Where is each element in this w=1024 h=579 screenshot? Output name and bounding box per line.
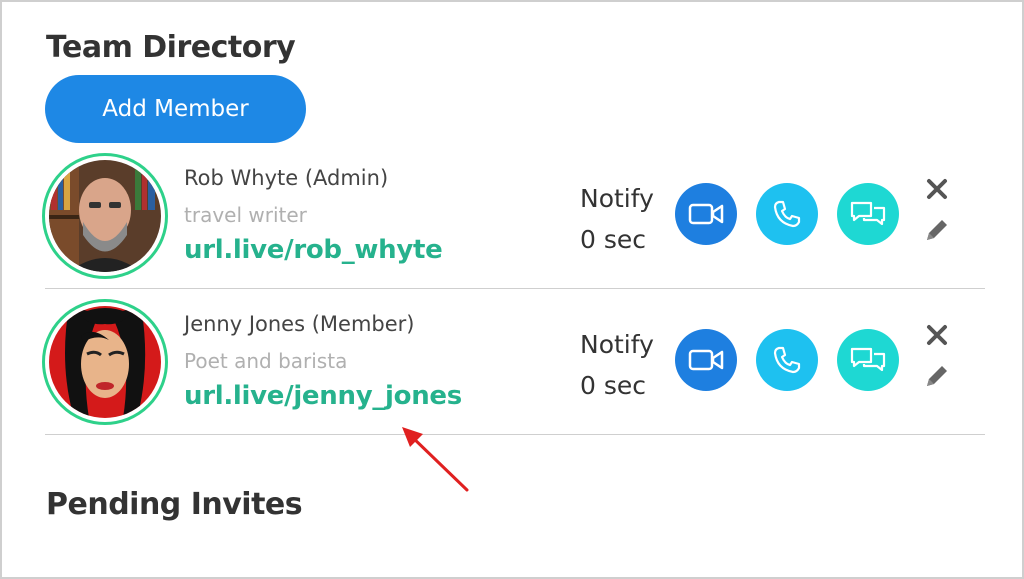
phone-icon [773, 346, 801, 374]
notify-value: 0 sec [580, 225, 647, 254]
phone-call-button[interactable] [756, 329, 818, 391]
phone-call-button[interactable] [756, 183, 818, 245]
pencil-icon[interactable] [923, 362, 951, 390]
notify-status: Notify 0 sec [580, 324, 654, 406]
video-camera-icon [688, 349, 724, 371]
notify-label: Notify [580, 184, 654, 213]
page-frame: Team Directory Add Member Rob Whyte (Adm… [0, 0, 1024, 579]
page-title: Team Directory [46, 30, 296, 65]
annotation-arrow-icon [402, 427, 469, 492]
row-divider [45, 288, 985, 289]
row-divider [45, 434, 985, 435]
notify-status: Notify 0 sec [580, 178, 654, 260]
video-call-button[interactable] [675, 329, 737, 391]
member-name: Jenny Jones (Member) [184, 312, 415, 336]
pending-invites-heading: Pending Invites [46, 487, 303, 522]
avatar-image [49, 160, 161, 272]
avatar[interactable] [42, 299, 168, 425]
chat-bubbles-icon [850, 347, 886, 372]
phone-icon [773, 200, 801, 228]
member-name: Rob Whyte (Admin) [184, 166, 389, 190]
member-bio: travel writer [184, 203, 307, 227]
chat-button[interactable] [837, 183, 899, 245]
video-call-button[interactable] [675, 183, 737, 245]
member-row: Jenny Jones (Member) Poet and barista ur… [2, 296, 1024, 436]
notify-value: 0 sec [580, 371, 647, 400]
chat-button[interactable] [837, 329, 899, 391]
video-camera-icon [688, 203, 724, 225]
member-url-link[interactable]: url.live/rob_whyte [184, 235, 443, 265]
add-member-button[interactable]: Add Member [45, 75, 306, 143]
chat-bubbles-icon [850, 201, 886, 226]
notify-label: Notify [580, 330, 654, 359]
member-row: Rob Whyte (Admin) travel writer url.live… [2, 150, 1024, 290]
avatar-image [49, 306, 161, 418]
close-icon[interactable] [923, 321, 951, 349]
close-icon[interactable] [923, 175, 951, 203]
avatar[interactable] [42, 153, 168, 279]
member-bio: Poet and barista [184, 349, 348, 373]
member-url-link[interactable]: url.live/jenny_jones [184, 381, 462, 411]
pencil-icon[interactable] [923, 216, 951, 244]
